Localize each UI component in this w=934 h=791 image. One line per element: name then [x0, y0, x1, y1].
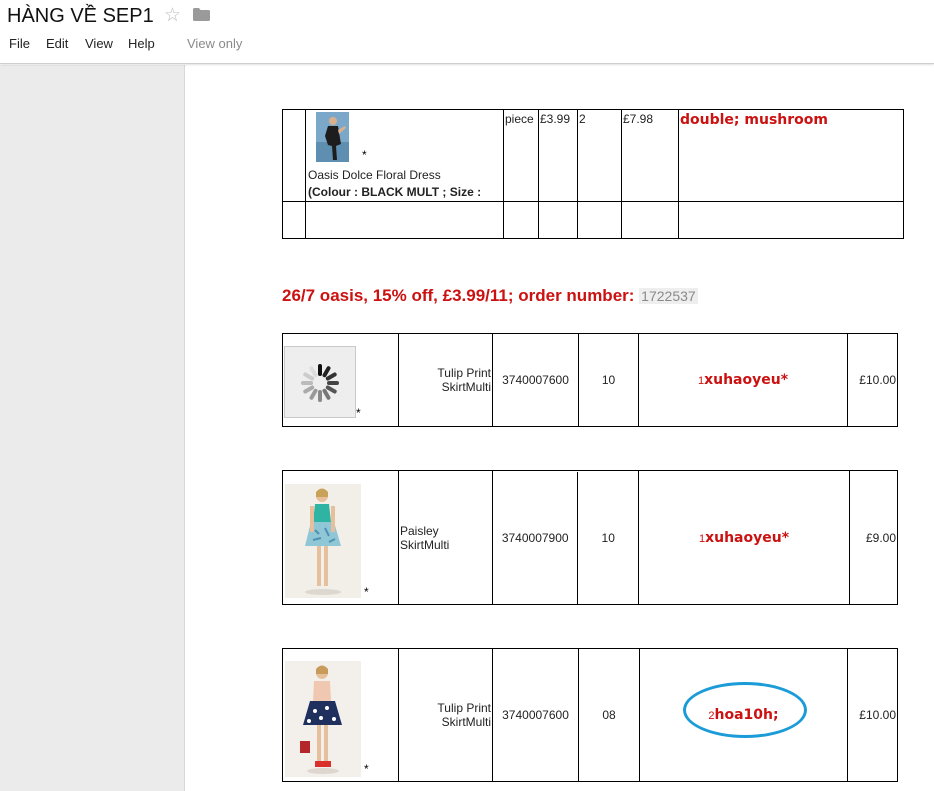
image-cell: *	[282, 470, 399, 605]
product-name: Oasis Dolce Floral Dress	[308, 168, 441, 182]
note-cell: double; mushroom	[678, 109, 904, 202]
table-cell	[621, 201, 679, 239]
menu-edit[interactable]: Edit	[46, 36, 68, 51]
asterisk-mark: *	[362, 148, 367, 162]
loading-spinner-icon	[284, 346, 356, 418]
asterisk-mark: *	[364, 585, 369, 599]
doc-title[interactable]: HÀNG VỀ SEP1	[7, 5, 154, 28]
customer-name: xuhaoyeu*	[705, 529, 790, 546]
product-name-line: SkirtMulti	[441, 715, 491, 729]
unit-price-cell: £3.99	[538, 109, 578, 202]
order-note: double; mushroom	[680, 112, 828, 128]
asterisk-mark: *	[364, 762, 369, 776]
price-cell: £10.00	[847, 333, 898, 427]
product-detail: (Colour : BLACK MULT ; Size : XS)	[308, 185, 482, 201]
table-cell	[305, 201, 504, 239]
product-name-line: SkirtMulti	[441, 380, 491, 394]
table-cell	[678, 201, 904, 239]
section-heading: 26/7 oasis, 15% off, £3.99/11; order num…	[282, 286, 698, 306]
left-gutter	[0, 65, 185, 791]
quantity-cell: 2	[577, 109, 622, 202]
price-cell: £9.00	[849, 470, 898, 605]
view-only-label: View only	[187, 36, 243, 51]
table-cell	[538, 201, 578, 239]
size-cell: 10	[601, 530, 615, 545]
customer-name: xuhaoyeu*	[704, 372, 789, 388]
document-page: * Oasis Dolce Floral Dress (Colour : BLA…	[186, 65, 934, 791]
code-size-cell: 3740007900 10	[492, 470, 639, 605]
product-code-cell: 3740007900	[494, 471, 579, 604]
image-cell: *	[282, 648, 399, 782]
product-cell: * Oasis Dolce Floral Dress (Colour : BLA…	[305, 109, 504, 202]
section-heading-text: 26/7 oasis, 15% off, £3.99/11; order num…	[282, 286, 635, 305]
size-cell: 08	[578, 648, 640, 782]
total-cell: £7.98	[621, 109, 679, 202]
product-code-cell: 3740007600	[492, 333, 579, 427]
highlight-ellipse	[683, 682, 807, 738]
product-photo	[285, 661, 361, 777]
star-icon[interactable]: ☆	[164, 4, 181, 27]
product-name-line: Tulip Print	[437, 366, 491, 380]
product-name-cell: Tulip Print SkirtMulti	[398, 333, 493, 427]
table-cell	[282, 109, 306, 202]
unit-cell: piece	[503, 109, 539, 202]
doc-header: HÀNG VỀ SEP1 ☆ File Edit View Help View …	[0, 0, 934, 64]
product-name-line: Tulip Print	[437, 701, 491, 715]
product-photo	[285, 484, 361, 598]
product-code-cell: 3740007600	[492, 648, 579, 782]
folder-icon[interactable]	[193, 8, 210, 21]
product-name-cell: Paisley SkirtMulti	[398, 470, 493, 605]
product-name-cell: Tulip Print SkirtMulti	[398, 648, 493, 782]
product-table: * Paisley SkirtMulti 3740007900 10 1xuha…	[282, 470, 898, 605]
order-number: 1722537	[639, 288, 698, 304]
asterisk-mark: *	[356, 406, 361, 420]
table-cell	[503, 201, 539, 239]
image-cell: *	[282, 333, 399, 427]
size-cell: 10	[578, 333, 639, 427]
order-table-oasis-dress: * Oasis Dolce Floral Dress (Colour : BLA…	[282, 109, 904, 239]
customer-cell: 1xuhaoyeu*	[638, 333, 848, 427]
product-table: * Tulip Print SkirtMulti 3740007600 10 1…	[282, 333, 898, 427]
menu-help[interactable]: Help	[128, 36, 155, 51]
menu-file[interactable]: File	[9, 36, 30, 51]
table-cell	[282, 201, 306, 239]
menu-view[interactable]: View	[85, 36, 113, 51]
customer-cell: 1xuhaoyeu*	[638, 470, 850, 605]
table-cell	[577, 201, 622, 239]
product-thumbnail	[316, 112, 349, 162]
price-cell: £10.00	[847, 648, 898, 782]
